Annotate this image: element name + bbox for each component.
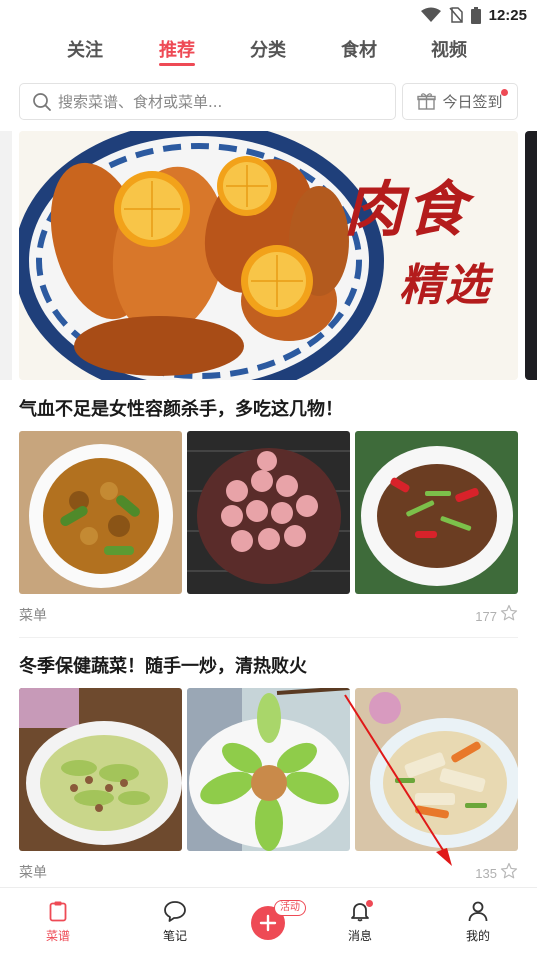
card-title: 冬季保健蔬菜！随手一炒，清热败火 <box>19 656 307 677</box>
star-icon[interactable] <box>500 604 518 622</box>
tab-follow[interactable]: 关注 <box>67 36 103 62</box>
card-thumbnail[interactable] <box>187 431 350 594</box>
card-tag: 菜单 <box>19 608 47 624</box>
banner-title-line2: 精选 <box>399 260 491 311</box>
card-thumbnail[interactable] <box>187 688 350 851</box>
banner-carousel[interactable]: 肉食 精选 <box>19 131 518 380</box>
card-thumbnail[interactable] <box>19 688 182 851</box>
search-input[interactable]: 搜索菜谱、食材或菜单... <box>19 83 396 120</box>
no-sim-icon <box>449 7 463 23</box>
message-notification-dot <box>366 900 373 907</box>
nav-label: 消息 <box>347 929 372 943</box>
status-time: 12:25 <box>488 6 527 24</box>
banner-prev-peek[interactable] <box>0 131 12 380</box>
card-thumbnail[interactable] <box>355 431 518 594</box>
battery-icon <box>470 6 481 24</box>
chat-bubble-icon <box>164 901 186 922</box>
card-thumbnail[interactable] <box>19 431 182 594</box>
divider <box>19 637 518 638</box>
nav-messages[interactable]: 消息 <box>320 888 400 956</box>
activity-badge: 活动 <box>274 900 306 916</box>
search-icon <box>33 92 51 111</box>
card-thumbnail[interactable] <box>355 688 518 851</box>
favorite-count: 177 <box>475 609 497 624</box>
plus-icon <box>259 914 277 932</box>
tab-recommend[interactable]: 推荐 <box>159 36 195 62</box>
tab-ingredients[interactable]: 食材 <box>341 36 377 62</box>
gift-icon <box>417 93 437 110</box>
user-icon <box>468 901 488 922</box>
card-title: 气血不足是女性容颜杀手，多吃这几物！ <box>19 399 343 420</box>
nav-notes[interactable]: 笔记 <box>135 888 215 956</box>
card-tag: 菜单 <box>19 865 47 881</box>
clipboard-icon <box>49 901 67 922</box>
nav-label: 菜谱 <box>45 929 70 943</box>
nav-recipes[interactable]: 菜谱 <box>18 888 98 956</box>
bottom-navigation: 菜谱 笔记 活动 消息 我的 <box>0 887 537 956</box>
favorite-count: 135 <box>475 866 497 881</box>
star-icon[interactable] <box>500 862 518 880</box>
nav-label: 我的 <box>465 929 490 943</box>
banner-next-peek[interactable] <box>525 131 537 380</box>
checkin-notification-dot <box>501 89 508 96</box>
banner-title-line1: 肉食 <box>344 175 468 245</box>
active-tab-indicator <box>159 63 195 66</box>
tab-category[interactable]: 分类 <box>250 36 286 62</box>
checkin-label: 今日签到 <box>442 93 503 111</box>
checkin-button[interactable]: 今日签到 <box>402 83 518 120</box>
wifi-icon <box>420 7 441 22</box>
top-tab-bar: 关注 推荐 分类 食材 视频 <box>0 36 537 72</box>
search-placeholder: 搜索菜谱、食材或菜单... <box>58 93 223 111</box>
nav-label: 笔记 <box>162 929 187 943</box>
tab-video[interactable]: 视频 <box>431 36 467 62</box>
nav-profile[interactable]: 我的 <box>438 888 518 956</box>
status-bar: 12:25 <box>0 0 537 30</box>
